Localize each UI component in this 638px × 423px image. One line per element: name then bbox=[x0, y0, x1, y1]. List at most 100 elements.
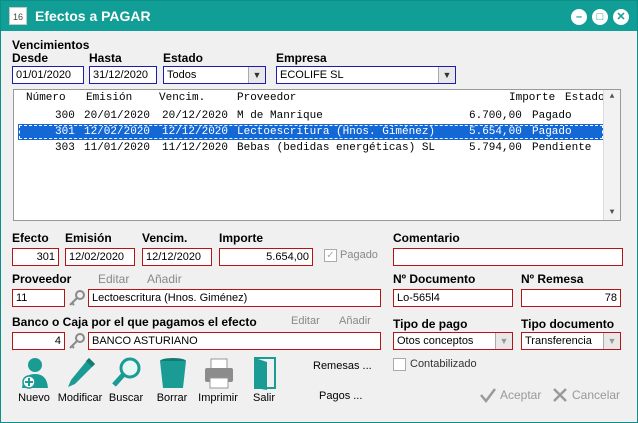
exit-door-icon bbox=[254, 357, 276, 390]
row-vencim: 12/12/2020 bbox=[162, 126, 229, 138]
empresa-value: ECOLIFE SL bbox=[280, 69, 344, 81]
trash-icon bbox=[160, 358, 186, 388]
chevron-down-icon[interactable]: ▼ bbox=[438, 67, 455, 83]
row-estado: Pendiente bbox=[532, 142, 592, 154]
proveedor-editar-link[interactable]: Editar bbox=[98, 272, 129, 286]
magnifier-icon bbox=[112, 357, 141, 387]
row-proveedor: Lectoescritura (Hnos. Giménez) bbox=[237, 126, 436, 138]
vertical-scrollbar[interactable]: ▲ ▼ bbox=[603, 90, 620, 220]
tipopago-select[interactable]: Otos conceptos ▼ bbox=[393, 332, 513, 350]
row-importe: 5.654,00 bbox=[469, 126, 522, 138]
salir-label: Salir bbox=[252, 392, 275, 404]
chevron-down-icon[interactable]: ▼ bbox=[495, 333, 512, 349]
desde-input[interactable]: 01/01/2020 bbox=[12, 66, 84, 84]
efectos-window: 16 Efectos a PAGAR – □ ✕ Vencimientos De… bbox=[0, 0, 638, 423]
minimize-button[interactable]: – bbox=[571, 9, 587, 25]
imprimir-button[interactable]: Imprimir bbox=[195, 356, 241, 406]
pen-icon bbox=[68, 358, 95, 387]
hasta-label: Hasta bbox=[89, 51, 122, 65]
aceptar-label: Aceptar bbox=[500, 388, 542, 402]
banco-editar-link[interactable]: Editar bbox=[291, 315, 320, 327]
row-numero: 301 bbox=[55, 126, 75, 138]
chevron-down-icon[interactable]: ▼ bbox=[603, 333, 620, 349]
proveedor-label: Proveedor bbox=[12, 272, 72, 286]
importe-label: Importe bbox=[219, 231, 264, 245]
new-user-icon bbox=[22, 358, 48, 389]
pagado-label: Pagado bbox=[340, 249, 378, 261]
col-numero[interactable]: Número bbox=[26, 92, 66, 104]
title-bar[interactable]: 16 Efectos a PAGAR – □ ✕ bbox=[1, 1, 637, 31]
cancelar-label: Cancelar bbox=[572, 388, 621, 402]
cancel-x-icon bbox=[553, 388, 567, 402]
pagos-button[interactable]: Pagos ... bbox=[319, 390, 362, 402]
col-emision[interactable]: Emisión bbox=[86, 92, 132, 104]
buscar-button[interactable]: Buscar bbox=[103, 356, 149, 406]
row-numero: 300 bbox=[55, 110, 75, 122]
banco-anadir-link[interactable]: Añadir bbox=[339, 315, 371, 327]
table-row[interactable]: 301 12/02/2020 12/12/2020 Lectoescritura… bbox=[18, 124, 604, 140]
list-header: Número Emisión Vencim. Proveedor Importe… bbox=[14, 92, 605, 106]
importe-input[interactable]: 5.654,00 bbox=[219, 248, 313, 266]
row-emision: 12/02/2020 bbox=[84, 126, 151, 138]
proveedor-anadir-link[interactable]: Añadir bbox=[147, 272, 182, 286]
ndocumento-input[interactable]: Lo-565l4 bbox=[393, 289, 513, 307]
efectos-list[interactable]: Número Emisión Vencim. Proveedor Importe… bbox=[13, 89, 621, 221]
ndocumento-label: Nº Documento bbox=[393, 272, 476, 286]
row-importe: 5.794,00 bbox=[469, 142, 522, 154]
row-importe: 6.700,00 bbox=[469, 110, 522, 122]
nremesa-label: Nº Remesa bbox=[521, 272, 584, 286]
comentario-input[interactable] bbox=[393, 248, 623, 266]
remesas-button[interactable]: Remesas ... bbox=[313, 360, 372, 372]
row-numero: 303 bbox=[55, 142, 75, 154]
col-estado[interactable]: Estado bbox=[565, 92, 605, 104]
efecto-input[interactable]: 301 bbox=[12, 248, 59, 266]
chevron-down-icon[interactable]: ▼ bbox=[248, 67, 265, 83]
table-row[interactable]: 303 11/01/2020 11/12/2020 Bebas (bedidas… bbox=[18, 140, 604, 156]
pagado-checkbox[interactable]: ✓ bbox=[324, 249, 337, 262]
estado-select[interactable]: Todos ▼ bbox=[163, 66, 266, 84]
salir-button[interactable]: Salir bbox=[241, 356, 287, 406]
row-estado: Pagado bbox=[532, 110, 572, 122]
nremesa-input[interactable]: 78 bbox=[521, 289, 621, 307]
tipodoc-select[interactable]: Transferencia ▼ bbox=[521, 332, 621, 350]
nuevo-button[interactable]: Nuevo bbox=[11, 356, 57, 406]
contabilizado-label: Contabilizado bbox=[410, 358, 477, 370]
row-vencim: 20/12/2020 bbox=[162, 110, 229, 122]
empresa-select[interactable]: ECOLIFE SL ▼ bbox=[276, 66, 456, 84]
hasta-input[interactable]: 31/12/2020 bbox=[89, 66, 157, 84]
calendar-icon: 16 bbox=[9, 7, 27, 25]
proveedor-name-input[interactable]: Lectoescritura (Hnos. Giménez) bbox=[88, 289, 381, 307]
borrar-button[interactable]: Borrar bbox=[149, 356, 195, 406]
col-vencim[interactable]: Vencim. bbox=[159, 92, 205, 104]
modificar-button[interactable]: Modificar bbox=[57, 356, 103, 406]
emision-input[interactable]: 12/02/2020 bbox=[65, 248, 135, 266]
scroll-down-icon[interactable]: ▼ bbox=[604, 206, 620, 220]
check-icon bbox=[480, 388, 496, 404]
vencimientos-label: Vencimientos bbox=[12, 38, 90, 52]
tipopago-value: Otos conceptos bbox=[397, 335, 474, 347]
banco-name-input[interactable]: BANCO ASTURIANO bbox=[88, 332, 381, 350]
vencim-input[interactable]: 12/12/2020 bbox=[142, 248, 212, 266]
key-icon[interactable] bbox=[68, 332, 86, 350]
close-button[interactable]: ✕ bbox=[613, 9, 629, 25]
emision-label: Emisión bbox=[65, 231, 112, 245]
row-proveedor: M de Manrique bbox=[237, 110, 323, 122]
contabilizado-checkbox[interactable] bbox=[393, 358, 406, 371]
desde-label: Desde bbox=[12, 51, 49, 65]
key-icon[interactable] bbox=[68, 289, 86, 307]
window-title: Efectos a PAGAR bbox=[35, 8, 151, 24]
printer-icon bbox=[205, 358, 233, 389]
maximize-button[interactable]: □ bbox=[592, 9, 608, 25]
efecto-label: Efecto bbox=[12, 231, 49, 245]
banco-code-input[interactable]: 4 bbox=[12, 332, 65, 350]
banco-label: Banco o Caja por el que pagamos el efect… bbox=[12, 315, 257, 329]
scroll-up-icon[interactable]: ▲ bbox=[604, 90, 620, 104]
table-row[interactable]: 300 20/01/2020 20/12/2020 M de Manrique … bbox=[18, 108, 604, 124]
empresa-label: Empresa bbox=[276, 51, 327, 65]
col-importe[interactable]: Importe bbox=[509, 92, 555, 104]
col-proveedor[interactable]: Proveedor bbox=[237, 92, 296, 104]
row-emision: 20/01/2020 bbox=[84, 110, 151, 122]
row-proveedor: Bebas (bedidas energéticas) SL bbox=[237, 142, 436, 154]
proveedor-code-input[interactable]: 11 bbox=[12, 289, 65, 307]
estado-label: Estado bbox=[163, 51, 204, 65]
